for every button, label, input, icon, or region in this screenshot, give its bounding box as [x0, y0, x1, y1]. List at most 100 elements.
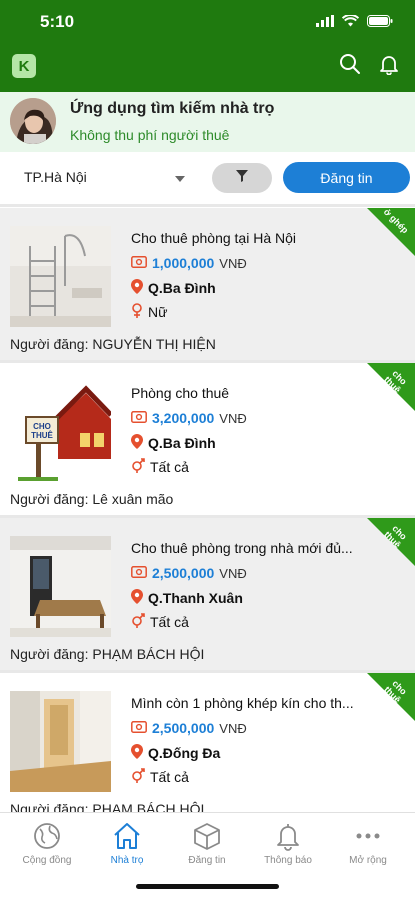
listing-district-row: Q.Đống Đa [131, 744, 220, 762]
bell-icon [378, 53, 400, 80]
city-select-value: TP.Hà Nội [24, 169, 87, 185]
money-icon [131, 410, 147, 426]
nav-notifications[interactable]: Thông báo [248, 821, 328, 866]
post-listing-button[interactable]: Đăng tin [283, 162, 410, 193]
listing-district: Q.Ba Đình [148, 435, 216, 451]
listing-gender: Tất cả [150, 614, 189, 630]
listing-ribbon: cho thuê [367, 673, 415, 721]
search-button[interactable] [336, 52, 364, 80]
listing-price-row: 3,200,000 VNĐ [131, 410, 247, 426]
listing-district-row: Q.Thanh Xuân [131, 589, 243, 607]
poster-prefix: Người đăng: [10, 801, 89, 812]
more-icon [353, 821, 383, 851]
banner-subtitle: Không thu phí người thuê [70, 127, 230, 143]
listing-poster: Người đăng: Lê xuân mão [10, 491, 173, 507]
money-icon [131, 255, 147, 271]
home-icon [112, 821, 142, 851]
listing-list[interactable]: Cho thuê phòng tại Hà Nội 1,000,000 VNĐ … [0, 208, 415, 812]
listing-photo[interactable] [10, 536, 111, 637]
nav-label: Cộng đồng [22, 855, 72, 866]
listing-currency: VNĐ [219, 720, 247, 736]
search-icon [339, 53, 361, 80]
listing-district: Q.Ba Đình [148, 280, 216, 296]
listing-district: Q.Đống Đa [148, 745, 221, 761]
location-pin-icon [131, 434, 143, 452]
chevron-down-icon [175, 169, 185, 185]
listing-price: 1,000,000 [152, 255, 215, 271]
banner-title: Ứng dụng tìm kiếm nhà trọ [70, 100, 275, 117]
funnel-icon [236, 169, 248, 187]
listing-title[interactable]: Cho thuê phòng trong nhà mới đủ... [131, 540, 369, 556]
gender-all-icon [131, 768, 145, 786]
listing-card[interactable]: Cho thuê phòng tại Hà Nội 1,000,000 VNĐ … [0, 208, 415, 360]
listing-currency: VNĐ [219, 255, 247, 271]
status-icons [316, 14, 393, 32]
status-time: 5:10 [40, 12, 75, 31]
nav-post[interactable]: Đăng tin [167, 821, 247, 866]
location-pin-icon [131, 744, 143, 762]
filter-row: TP.Hà Nội Đăng tin [0, 152, 415, 204]
listing-card[interactable]: Cho thuê phòng trong nhà mới đủ... 2,500… [0, 518, 415, 670]
listing-price-row: 2,500,000 VNĐ [131, 720, 247, 736]
listing-gender: Nữ [148, 304, 168, 320]
listing-gender-row: Tất cả [131, 613, 189, 631]
listing-title[interactable]: Cho thuê phòng tại Hà Nội [131, 230, 369, 246]
money-icon [131, 720, 147, 736]
poster-prefix: Người đăng: [10, 491, 89, 507]
app-bar: K [0, 44, 415, 92]
listing-ribbon: cho thuê [367, 518, 415, 566]
poster-name: PHẠM BÁCH HỘI [92, 646, 205, 662]
nav-label: Thông báo [264, 855, 312, 866]
location-pin-icon [131, 279, 143, 297]
listing-card[interactable]: Mình còn 1 phòng khép kín cho th... 2,50… [0, 673, 415, 812]
notifications-button[interactable] [375, 52, 403, 80]
listing-gender-row: Tất cả [131, 458, 189, 476]
listing-gender-row: Nữ [131, 303, 167, 321]
poster-prefix: Người đăng: [10, 336, 89, 352]
money-icon [131, 565, 147, 581]
nav-more[interactable]: Mở rộng [328, 821, 408, 866]
filter-button[interactable] [212, 163, 272, 193]
sign-text: CHO THUÊ [31, 422, 53, 440]
city-select[interactable]: TP.Hà Nội [10, 162, 195, 192]
avatar[interactable] [10, 98, 56, 144]
listing-district-row: Q.Ba Đình [131, 434, 216, 452]
listing-district: Q.Thanh Xuân [148, 590, 243, 606]
listing-price: 2,500,000 [152, 720, 215, 736]
listing-gender: Tất cả [150, 459, 189, 475]
listing-price: 2,500,000 [152, 565, 215, 581]
listing-title[interactable]: Phòng cho thuê [131, 385, 369, 401]
nav-label: Nhà trọ [110, 855, 144, 866]
listing-price: 3,200,000 [152, 410, 215, 426]
nav-label: Đăng tin [188, 855, 226, 866]
app-logo[interactable]: K [12, 54, 36, 78]
listing-card[interactable]: CHO THUÊ Phòng cho thuê 3,200,000 VNĐ Q.… [0, 363, 415, 515]
listing-poster: Người đăng: PHẠM BÁCH HỘI [10, 646, 204, 662]
listing-ribbon: cho thuê [367, 363, 415, 411]
listing-currency: VNĐ [219, 410, 247, 426]
listing-poster: Người đăng: PHẠM BÁCH HỘI [10, 801, 204, 812]
battery-icon [367, 14, 393, 32]
listing-title[interactable]: Mình còn 1 phòng khép kín cho th... [131, 695, 369, 711]
listing-district-row: Q.Ba Đình [131, 279, 216, 297]
female-icon [131, 303, 143, 321]
listing-gender: Tất cả [150, 769, 189, 785]
listing-currency: VNĐ [219, 565, 247, 581]
divider [0, 204, 415, 207]
listing-gender-row: Tất cả [131, 768, 189, 786]
nav-community[interactable]: Cộng đồng [7, 821, 87, 866]
poster-name: PHẠM BÁCH HỘI [92, 801, 205, 812]
top-header: 5:10 K [0, 0, 415, 92]
listing-photo[interactable] [10, 226, 111, 327]
listing-poster: Người đăng: NGUYỄN THỊ HIỆN [10, 336, 216, 352]
listing-photo[interactable]: CHO THUÊ [10, 381, 111, 482]
status-bar: 5:10 [0, 0, 415, 44]
wifi-icon [341, 14, 360, 32]
poster-name: NGUYỄN THỊ HIỆN [92, 336, 216, 352]
poster-prefix: Người đăng: [10, 646, 89, 662]
globe-icon [32, 821, 62, 851]
home-indicator[interactable] [136, 884, 279, 889]
bell-icon [273, 821, 303, 851]
listing-photo[interactable] [10, 691, 111, 792]
nav-rooms[interactable]: Nhà trọ [87, 821, 167, 866]
